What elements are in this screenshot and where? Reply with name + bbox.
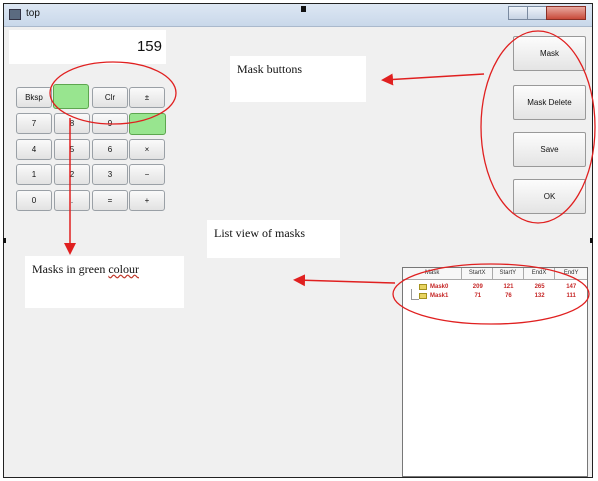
highlight-ellipse-list-rows [392,263,590,325]
annotation-overlay [49,30,596,325]
highlight-ellipse-mask-buttons [480,30,596,224]
highlight-ellipse-calculator [49,61,177,125]
arrow-to-mask-buttons [381,73,485,86]
arrow-to-list-view [293,274,396,287]
